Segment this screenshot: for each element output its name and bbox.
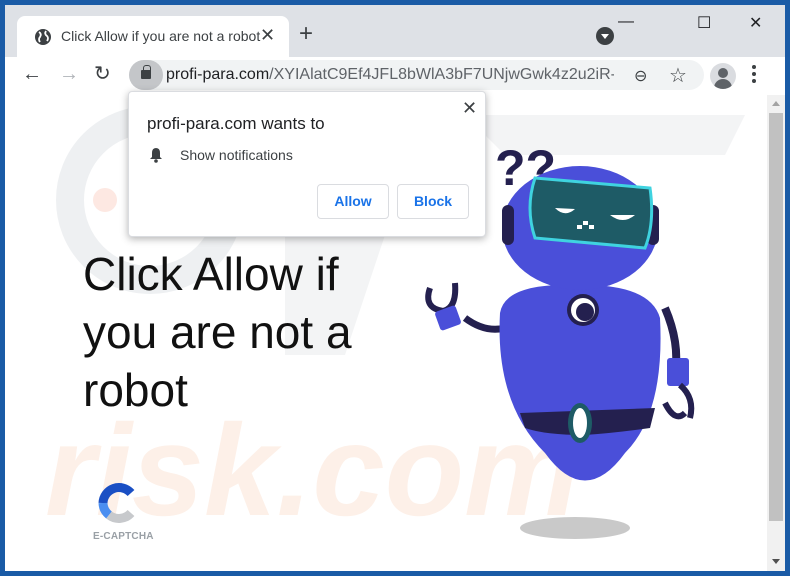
tab-search-icon[interactable] [596,27,614,45]
menu-kebab-icon[interactable] [752,65,756,85]
bookmark-star-icon[interactable]: ☆ [669,63,687,88]
address-bar[interactable]: profi-para.com/XYIAlatC9Ef4JFL8bWlA3bF7U… [129,60,704,90]
globe-icon [35,29,51,45]
new-tab-button[interactable]: + [299,22,313,46]
url-text[interactable]: profi-para.com/XYIAlatC9Ef4JFL8bWlA3bF7U… [166,66,614,84]
forward-button[interactable]: → [59,63,79,85]
tab-title: Click Allow if you are not a robot [61,28,261,44]
notification-permission-popup: ✕ profi-para.com wants to Show notificat… [128,91,486,237]
popup-close-icon[interactable]: ✕ [462,98,477,119]
close-window-button[interactable]: ✕ [749,13,762,33]
back-button[interactable]: ← [22,63,42,85]
lock-icon [141,65,151,79]
permission-text: Show notifications [180,147,293,163]
page-headline: Click Allow if you are not a robot [83,248,352,416]
url-host: profi-para.com [166,66,270,83]
scroll-down-arrow-icon[interactable] [772,559,780,564]
tab-strip: Click Allow if you are not a robot ✕ + —… [5,5,785,58]
browser-window: Click Allow if you are not a robot ✕ + —… [5,5,785,571]
popup-title: profi-para.com wants to [147,114,325,133]
tab-active[interactable]: Click Allow if you are not a robot ✕ [17,16,289,58]
allow-button[interactable]: Allow [317,184,389,219]
reload-button[interactable]: ↻ [94,63,111,85]
minimize-button[interactable]: — [618,13,634,31]
scroll-thumb[interactable] [769,113,783,521]
site-info-button[interactable] [129,60,163,90]
maximize-button[interactable]: ☐ [697,13,711,33]
e-captcha-label: E-CAPTCHA [93,531,154,542]
vertical-scrollbar[interactable] [767,95,785,571]
e-captcha-logo-icon [98,483,135,523]
profile-avatar-icon[interactable] [710,63,736,89]
zoom-icon[interactable]: ⊖ [634,66,647,86]
bell-icon [150,148,162,163]
tab-close-icon[interactable]: ✕ [260,25,275,46]
scroll-up-arrow-icon[interactable] [772,101,780,106]
url-path: /XYIAlatC9Ef4JFL8bWlA3bF7UNjwGwk4z2u2iR-… [269,66,614,83]
block-button[interactable]: Block [397,184,469,219]
toolbar: ← → ↻ profi-para.com/XYIAlatC9Ef4JFL8bWl… [5,57,785,95]
